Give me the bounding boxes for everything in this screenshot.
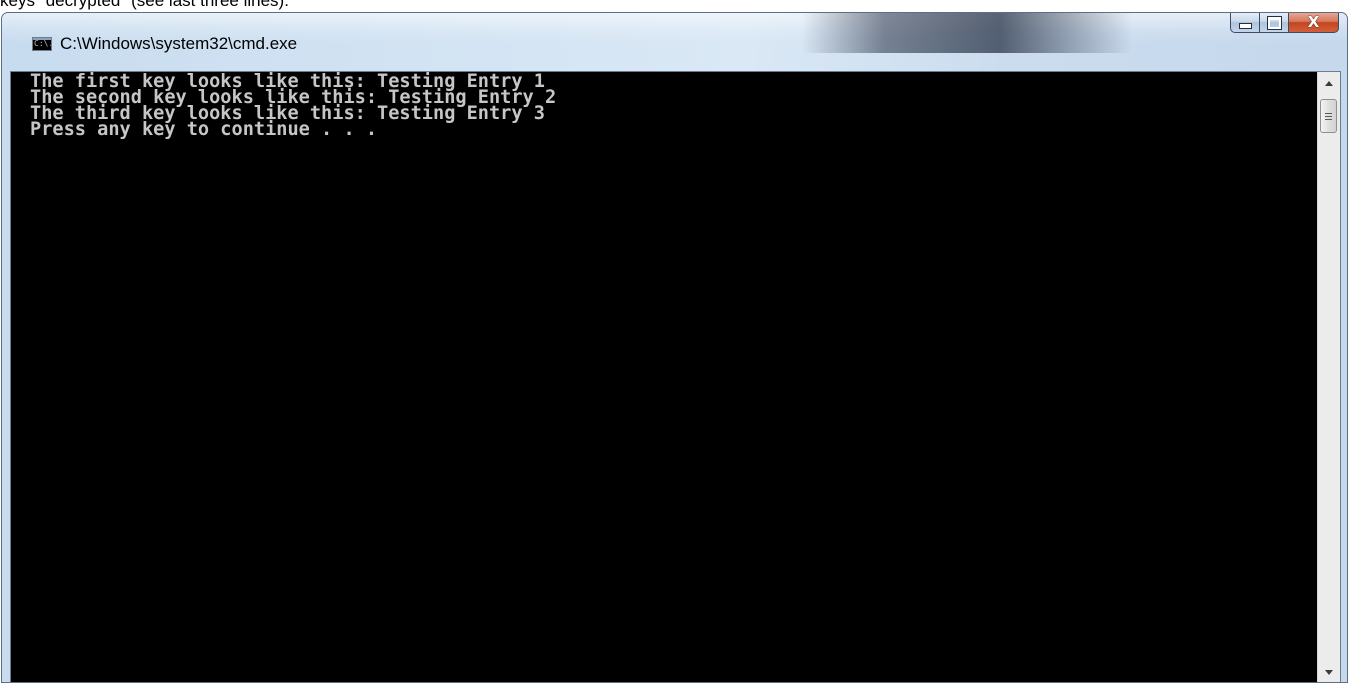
scroll-thumb[interactable] (1320, 99, 1337, 133)
minimize-icon (1238, 23, 1252, 29)
cmd-window: C:\. C:\Windows\system32\cmd.exe X The f… (1, 12, 1348, 683)
console-output[interactable]: The first key looks like this: Testing E… (11, 72, 1317, 682)
titlebar[interactable]: C:\. C:\Windows\system32\cmd.exe X (2, 13, 1347, 53)
scroll-thumb-grip-icon (1325, 112, 1332, 114)
maximize-icon (1266, 15, 1282, 30)
scroll-up-button[interactable] (1318, 72, 1340, 94)
console-client-area: The first key looks like this: Testing E… (10, 71, 1341, 682)
maximize-button[interactable] (1259, 13, 1288, 33)
cmd-icon[interactable]: C:\. (32, 37, 52, 51)
console-line: Press any key to continue . . . (30, 119, 378, 140)
window-title: C:\Windows\system32\cmd.exe (60, 34, 298, 53)
scroll-up-arrow-icon (1325, 80, 1333, 86)
scroll-thumb-grip-icon (1325, 118, 1332, 120)
close-button[interactable]: X (1288, 13, 1339, 33)
scroll-down-arrow-icon (1325, 669, 1333, 675)
document-caption: keys "decrypted" (see last three lines). (0, 0, 289, 10)
minimize-button[interactable] (1230, 13, 1259, 33)
caption-buttons: X (1230, 13, 1339, 34)
scroll-thumb-grip-icon (1325, 115, 1332, 117)
scroll-down-button[interactable] (1318, 661, 1340, 682)
close-icon: X (1307, 13, 1320, 31)
vertical-scrollbar[interactable] (1317, 72, 1340, 682)
